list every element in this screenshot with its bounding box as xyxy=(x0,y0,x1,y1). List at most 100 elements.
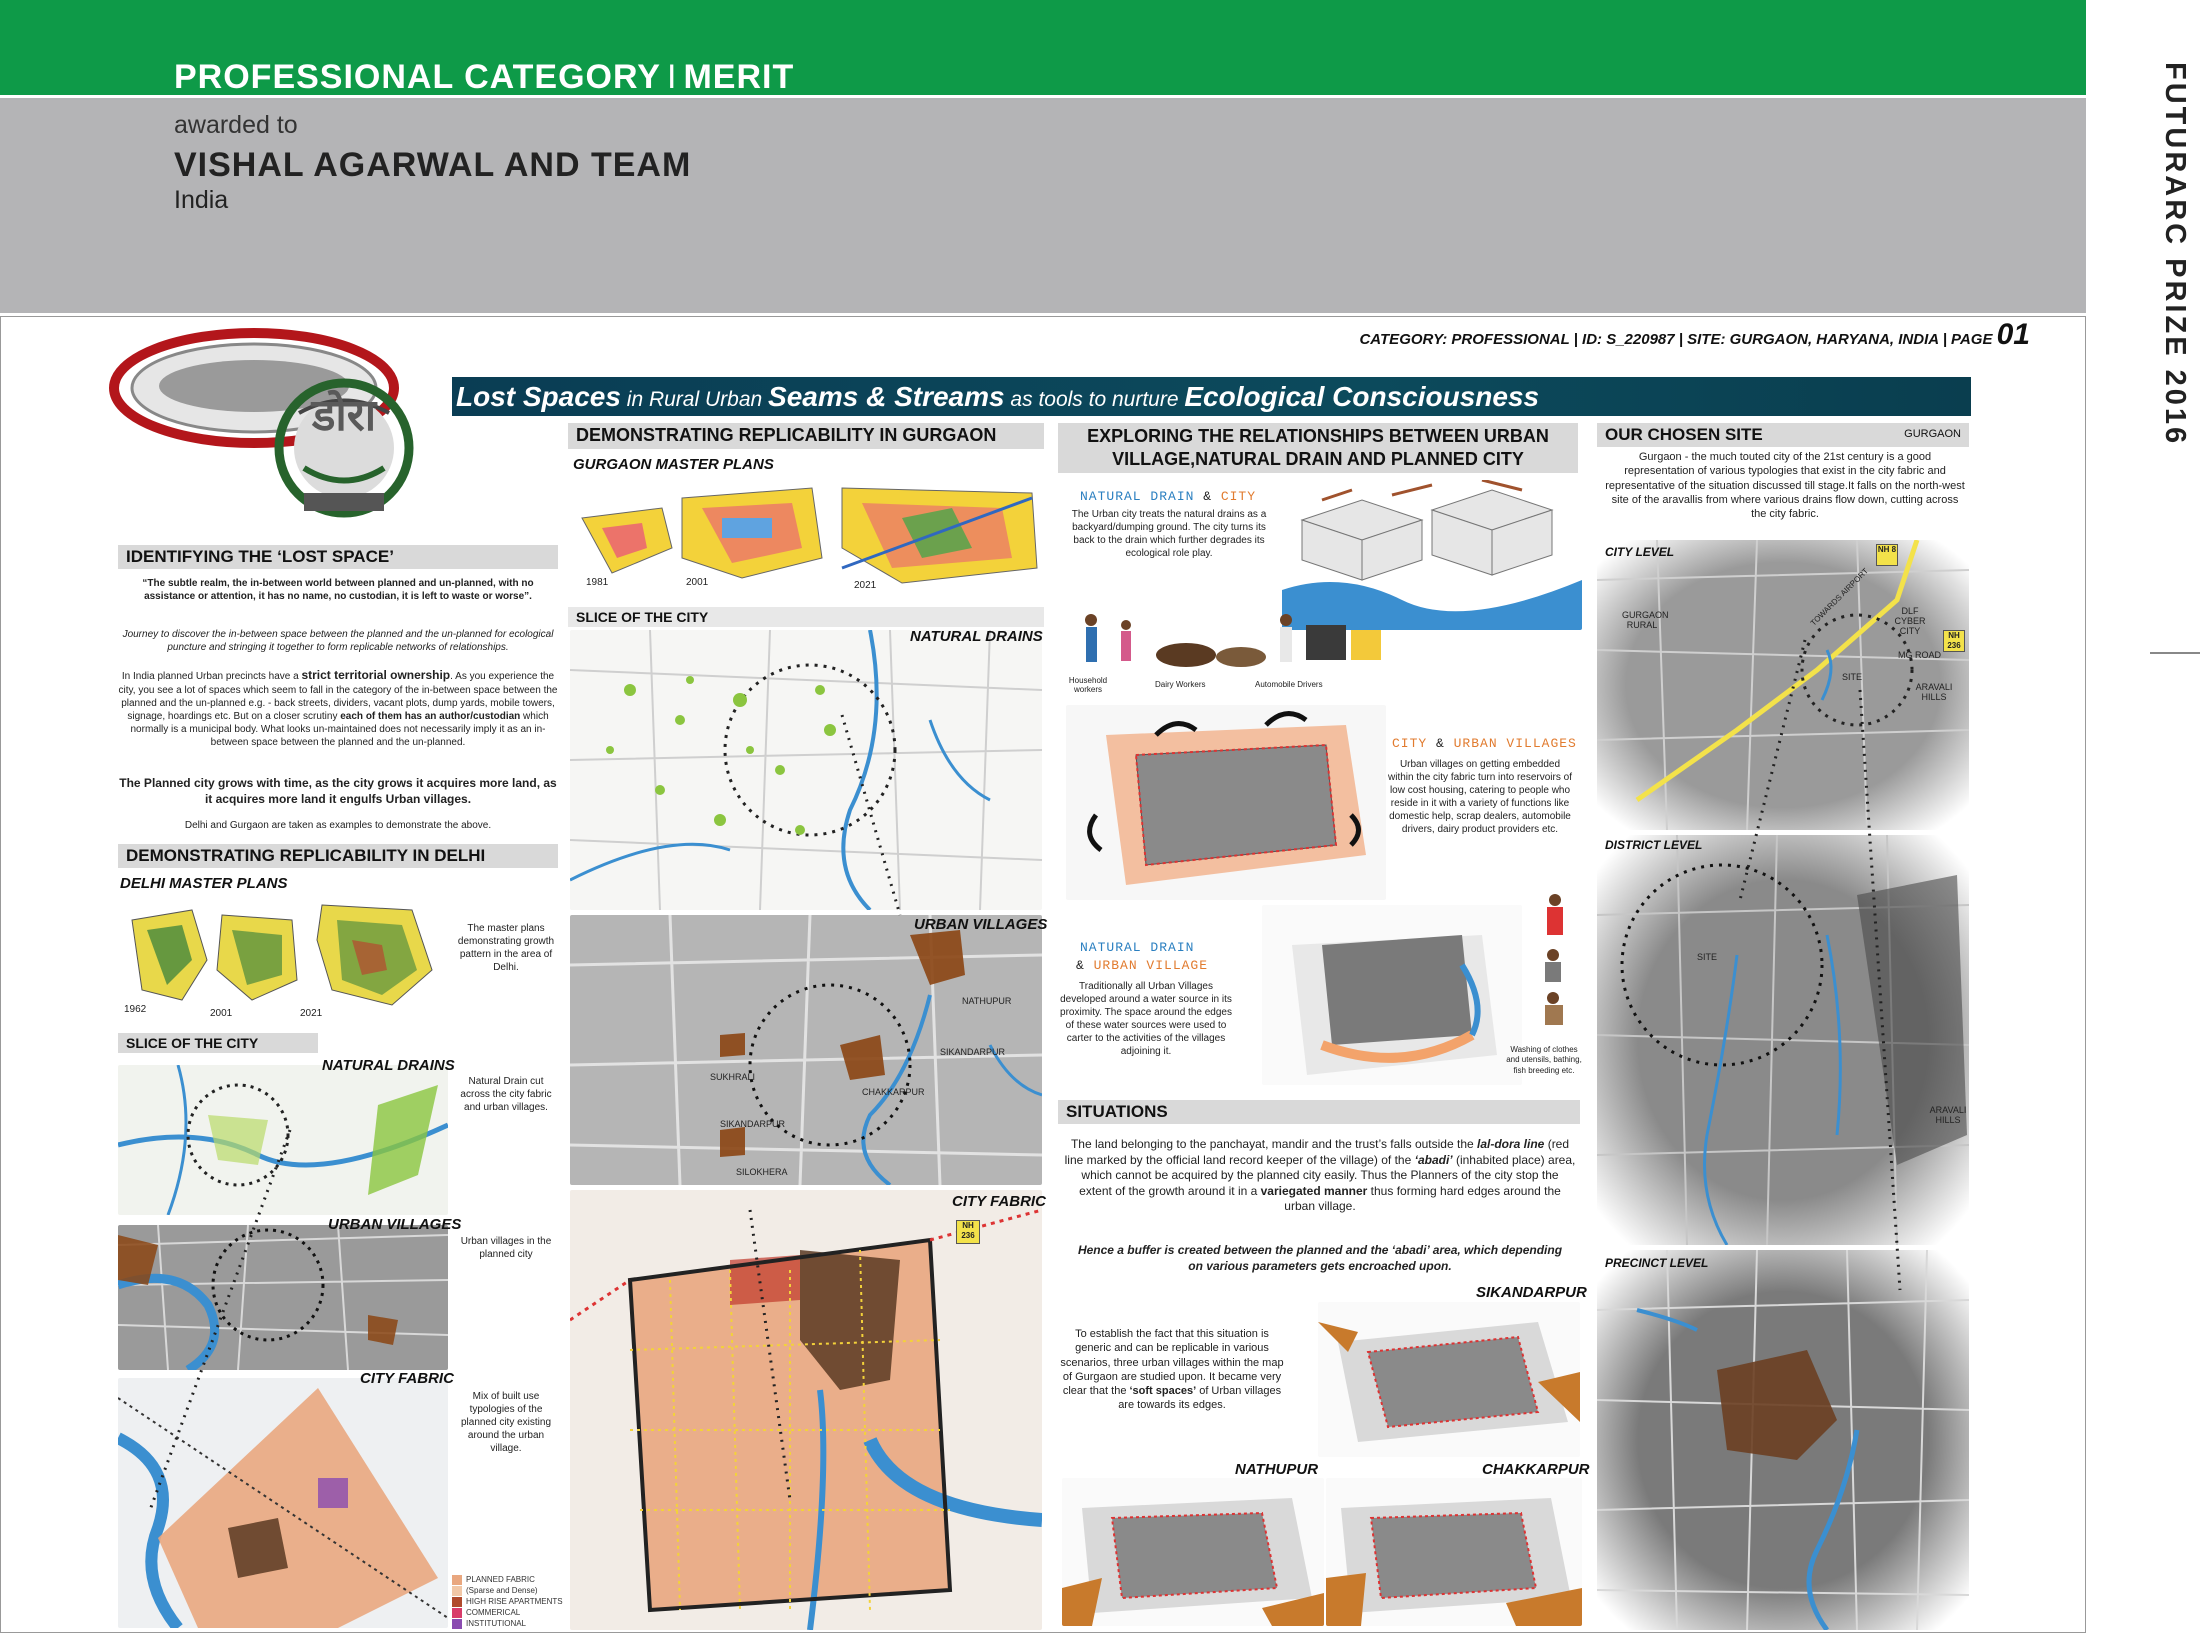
gurgaon-natural-drains-label: NATURAL DRAINS xyxy=(910,628,1043,645)
page-header-text: CATEGORY: PROFESSIONAL | ID: S_220987 | … xyxy=(1359,331,1993,348)
natural-drain-uv-label-2: & URBAN VILLAGE xyxy=(1076,958,1208,973)
legend-swatch-commercial xyxy=(452,1607,462,1618)
banner-title: Lost Spaces in Rural Urban Seams & Strea… xyxy=(456,381,1539,413)
map-label-chakkarpur: CHAKKARPUR xyxy=(862,1087,925,1097)
identifying-heading: IDENTIFYING THE ‘LOST SPACE’ xyxy=(118,545,558,569)
situations-d: ‘abadi’ xyxy=(1414,1152,1453,1167)
label-dairy-workers: Dairy Workers xyxy=(1155,680,1206,689)
delhi-villages-caption: Urban villages in the planned city xyxy=(460,1236,552,1260)
chosen-site-text: Gurgaon - the much touted city of the 21… xyxy=(1605,451,1965,521)
district-label-aravali: ARAVALI HILLS xyxy=(1929,1105,1967,1125)
awardee-band xyxy=(0,95,2086,313)
awardee-country: India xyxy=(174,186,229,214)
banner-part-seams: Seams & Streams xyxy=(768,381,1005,412)
legend-swatch-highrise xyxy=(452,1596,462,1607)
washing-people-illustration xyxy=(1545,894,1563,1025)
delhi-master-caption: The master plans demonstrating growth pa… xyxy=(457,923,555,973)
legend-item-commercial: COMMERICAL xyxy=(452,1607,563,1618)
delhi-city-fabric-map xyxy=(118,1378,448,1628)
city-label-gurgaon-rural: GURGAON RURAL xyxy=(1622,610,1669,630)
banner-part-4: as tools to nurture xyxy=(1004,388,1185,411)
city-fabric-legend: PLANNED FABRIC (Sparse and Dense) HIGH R… xyxy=(452,1574,563,1629)
natural-drain-city-label: NATURAL DRAIN & CITY xyxy=(1080,489,1256,504)
dora-logo: डोरा xyxy=(109,328,414,518)
page-header: CATEGORY: PROFESSIONAL | ID: S_220987 | … xyxy=(1359,318,2030,352)
gurgaon-natural-drains-map xyxy=(570,630,1042,910)
legend-swatch-planned xyxy=(452,1574,462,1585)
city-village-isometric xyxy=(1066,705,1386,900)
establish-text: To establish the fact that this situatio… xyxy=(1060,1327,1284,1413)
delhi-slice-heading: SLICE OF THE CITY xyxy=(118,1033,318,1053)
label-automobile-drivers: Automobile Drivers xyxy=(1255,680,1323,689)
legend-swatch-institutional xyxy=(452,1618,462,1629)
legend-item-sparse: (Sparse and Dense) xyxy=(452,1585,563,1596)
legend-label-sparse: (Sparse and Dense) xyxy=(466,1586,538,1595)
map-label-sukhrali: SUKHRALI xyxy=(710,1072,756,1082)
natural-drain-uv-text: Traditionally all Urban Villages develop… xyxy=(1060,981,1232,1057)
district-level-label: DISTRICT LEVEL xyxy=(1605,838,1703,852)
delhi-natural-drains-map xyxy=(118,1065,448,1215)
legend-label-institutional: INSTITUTIONAL xyxy=(466,1619,527,1628)
precinct-level-map xyxy=(1597,1250,1969,1630)
category-label: PROFESSIONAL CATEGORY xyxy=(174,58,661,96)
nd-uv-label-amp: & xyxy=(1076,958,1094,973)
city-level-label: CITY LEVEL xyxy=(1605,545,1675,559)
gurgaon-year-2021: 2021 xyxy=(854,580,877,591)
territorial-d: each of them has an author/custodian xyxy=(340,710,521,722)
map-label-sikandarpur-2: SIKANDARPUR xyxy=(720,1119,786,1129)
chakkarpur-label: CHAKKARPUR xyxy=(1482,1461,1590,1478)
city-uv-label-b: URBAN VILLAGES xyxy=(1453,736,1577,751)
city-label-aravali: ARAVALI HILLS xyxy=(1915,682,1953,702)
category-title: PROFESSIONAL CATEGORY I MERIT xyxy=(174,58,794,97)
category-separator: I xyxy=(666,58,678,96)
gurgaon-year-2001: 2001 xyxy=(686,577,709,588)
side-divider xyxy=(2150,652,2200,654)
chosen-site-title: OUR CHOSEN SITE xyxy=(1605,425,1763,444)
legend-item-highrise: HIGH RISE APARTMENTS xyxy=(452,1596,563,1607)
side-prize-title: FUTURARC PRIZE 2016 xyxy=(2159,62,2191,447)
city-urban-villages-label: CITY & URBAN VILLAGES xyxy=(1392,736,1577,751)
city-label-site: SITE xyxy=(1842,672,1863,682)
gurgaon-master-plan-maps xyxy=(581,487,1038,584)
territorial-text: In India planned Urban precincts have a … xyxy=(118,668,558,749)
delhi-drains-caption: Natural Drain cut across the city fabric… xyxy=(460,1076,552,1113)
city-uv-label-a: CITY xyxy=(1392,736,1428,751)
city-label-mg-road: MG ROAD xyxy=(1898,650,1942,660)
exploring-heading: EXPLORING THE RELATIONSHIPS BETWEEN URBA… xyxy=(1058,423,1578,473)
nathupur-label: NATHUPUR xyxy=(1235,1461,1319,1478)
situations-heading: SITUATIONS xyxy=(1058,1100,1580,1124)
banner-part-ecological: Ecological Consciousness xyxy=(1184,381,1540,412)
nh-8-badge: NH 8 xyxy=(1876,544,1898,566)
map-label-nathupur: NATHUPUR xyxy=(962,996,1012,1006)
situations-a: The land belonging to the panchayat, man… xyxy=(1070,1137,1477,1151)
legend-swatch-sparse xyxy=(452,1585,462,1596)
nd-city-label-b: CITY xyxy=(1220,489,1257,504)
lost-space-quote: “The subtle realm, the in-between world … xyxy=(142,578,534,602)
nh-236-badge: NH 236 xyxy=(956,1220,980,1244)
map-label-sikandarpur: SIKANDARPUR xyxy=(940,1047,1006,1057)
district-level-map xyxy=(1597,835,1969,1245)
chakkarpur-isometric xyxy=(1326,1478,1582,1626)
precinct-level-label: PRECINCT LEVEL xyxy=(1605,1256,1709,1270)
logo-text: डोरा xyxy=(310,389,378,441)
delhi-master-plan-maps xyxy=(131,904,433,1006)
city-urban-villages-text: Urban villages on getting embedded withi… xyxy=(1388,759,1572,835)
legend-item-institutional: INSTITUTIONAL xyxy=(452,1618,563,1629)
chosen-site-tag: GURGAON xyxy=(1904,428,1961,440)
natural-drain-city-text: The Urban city treats the natural drains… xyxy=(1071,509,1267,559)
sikandarpur-isometric xyxy=(1318,1302,1580,1457)
gurgaon-city-fabric-label: CITY FABRIC xyxy=(952,1193,1046,1210)
delhi-year-1962: 1962 xyxy=(124,1004,147,1015)
delhi-urban-villages-label: URBAN VILLAGES xyxy=(328,1216,462,1233)
banner-part-2: in Rural Urban xyxy=(620,388,769,411)
gurgaon-city-fabric-map xyxy=(570,1190,1042,1630)
examples-text: Delhi and Gurgaon are taken as examples … xyxy=(184,820,492,831)
gurgaon-slice-heading: SLICE OF THE CITY xyxy=(568,607,1044,627)
delhi-fabric-caption: Mix of built use typologies of the plann… xyxy=(460,1391,552,1454)
washing-caption: Washing of clothes and utensils, bathing… xyxy=(1506,1045,1582,1075)
drain-village-isometric xyxy=(1262,905,1522,1085)
nd-uv-label-b: URBAN VILLAGE xyxy=(1093,958,1209,973)
legend-label-planned: PLANNED FABRIC xyxy=(466,1575,535,1584)
gurgaon-heading: DEMONSTRATING REPLICABILITY IN GURGAON xyxy=(568,423,1044,449)
people-illustration xyxy=(1085,614,1381,667)
